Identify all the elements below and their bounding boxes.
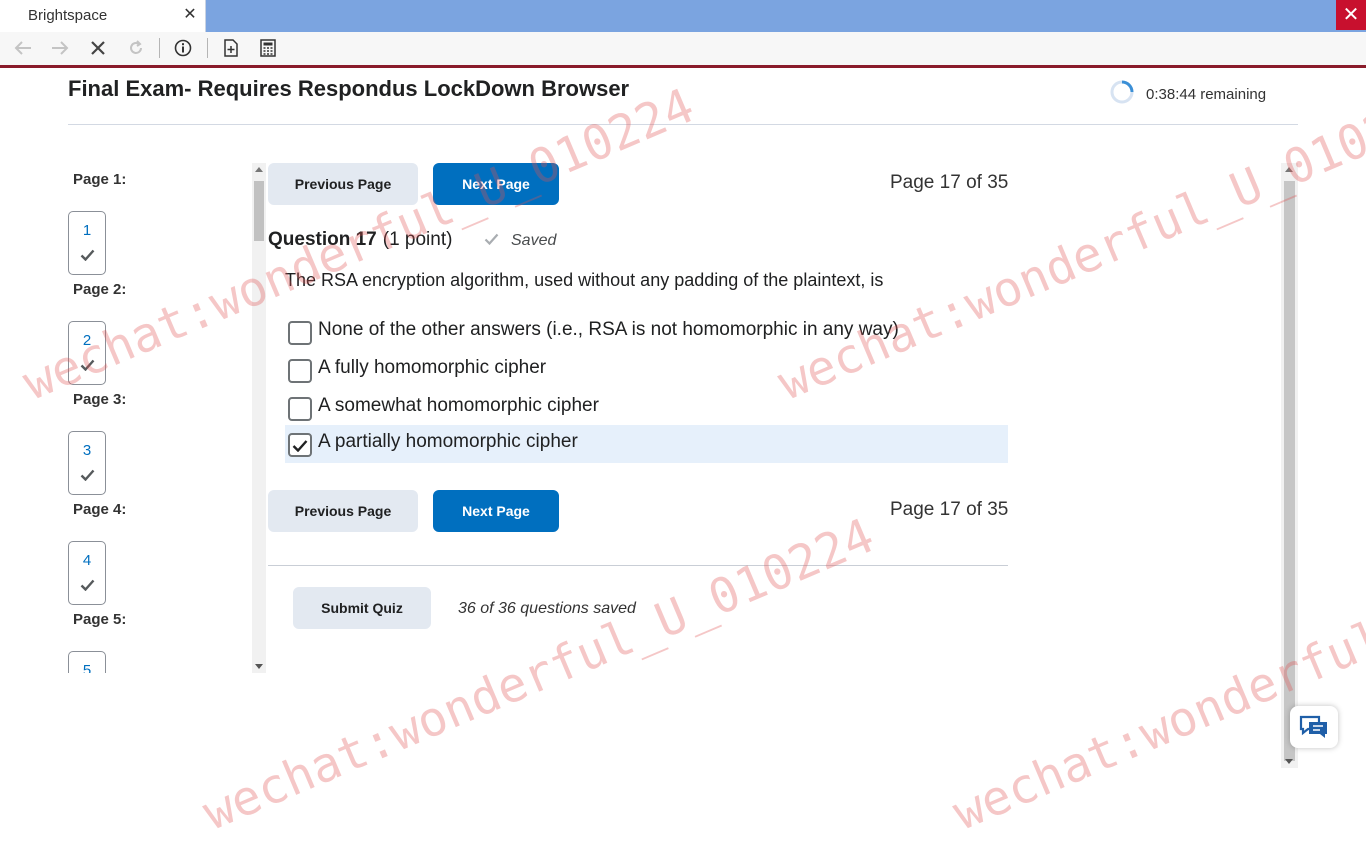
timer-text: 0:38:44 remaining xyxy=(1146,86,1267,103)
nav-question-number: 2 xyxy=(82,332,92,349)
question-header: Question 17 (1 point) xyxy=(268,229,452,251)
nav-page-label: Page 5: xyxy=(73,611,127,628)
tab-close-icon[interactable]: ✕ xyxy=(183,4,197,24)
browser-tab-bar: Brightspace ✕ ✕ xyxy=(0,0,1366,32)
browser-tab[interactable]: Brightspace ✕ xyxy=(0,0,206,32)
tab-title: Brightspace xyxy=(28,7,108,24)
scroll-up-arrow-icon[interactable] xyxy=(255,167,263,172)
forward-arrow-icon[interactable] xyxy=(47,35,73,61)
answer-checkbox[interactable] xyxy=(288,359,312,383)
nav-page-label: Page 1: xyxy=(73,171,127,188)
chat-support-button[interactable] xyxy=(1290,706,1338,748)
answer-option-selected[interactable]: A partially homomorphic cipher xyxy=(285,425,1008,463)
answer-checkbox[interactable] xyxy=(288,321,312,345)
nav-question-button[interactable]: 4 xyxy=(68,541,106,605)
quiz-timer: 0:38:44 remaining xyxy=(1110,80,1266,109)
nav-question-button[interactable]: 3 xyxy=(68,431,106,495)
answer-label[interactable]: A fully homomorphic cipher xyxy=(318,357,546,379)
nav-question-number: 5 xyxy=(82,662,92,673)
answered-check-icon xyxy=(80,578,95,596)
nav-scroll-thumb[interactable] xyxy=(254,181,264,241)
question-text: The RSA encryption algorithm, used witho… xyxy=(285,270,884,290)
scroll-down-arrow-icon[interactable] xyxy=(255,664,263,669)
reload-icon[interactable] xyxy=(123,35,149,61)
checkmark-icon xyxy=(292,439,308,452)
question-number: Question 17 xyxy=(268,229,377,250)
save-status: Saved xyxy=(484,232,556,250)
answer-checkbox-checked[interactable] xyxy=(288,433,312,457)
nav-question-number: 4 xyxy=(82,552,92,569)
nav-page-label: Page 3: xyxy=(73,391,127,408)
nav-question-button[interactable]: 2 xyxy=(68,321,106,385)
nav-question-number: 1 xyxy=(82,222,92,239)
toolbar-divider xyxy=(159,38,160,58)
page-indicator: Page 17 of 35 xyxy=(890,172,1009,193)
saved-check-icon xyxy=(484,232,499,250)
browser-toolbar xyxy=(0,32,1366,65)
answer-label[interactable]: A partially homomorphic cipher xyxy=(318,431,578,453)
next-page-button[interactable]: Next Page xyxy=(433,163,559,205)
page-scroll-thumb[interactable] xyxy=(1284,181,1295,761)
scroll-up-arrow-icon[interactable] xyxy=(1285,167,1293,172)
answered-check-icon xyxy=(80,468,95,486)
submit-divider xyxy=(268,565,1008,566)
nav-page-label: Page 4: xyxy=(73,501,127,518)
watermark-text: wechat:wonderful_U_010224 xyxy=(945,507,1366,842)
scroll-down-arrow-icon[interactable] xyxy=(1285,759,1293,764)
calculator-icon[interactable] xyxy=(255,35,281,61)
previous-page-button-bottom[interactable]: Previous Page xyxy=(268,490,418,532)
stop-loading-icon[interactable] xyxy=(85,35,111,61)
saved-status-text: Saved xyxy=(511,232,557,249)
answer-checkbox[interactable] xyxy=(288,397,312,421)
brand-accent-bar xyxy=(0,65,1366,68)
new-page-icon[interactable] xyxy=(218,35,244,61)
toolbar-divider xyxy=(207,38,208,58)
nav-scrollbar[interactable] xyxy=(252,163,266,673)
timer-progress-icon xyxy=(1110,80,1134,109)
page-scrollbar[interactable] xyxy=(1281,163,1298,768)
page-title: Final Exam- Requires Respondus LockDown … xyxy=(68,76,630,101)
nav-question-number: 3 xyxy=(82,442,92,459)
answer-option[interactable]: A fully homomorphic cipher xyxy=(285,351,1008,389)
answer-label[interactable]: A somewhat homomorphic cipher xyxy=(318,395,599,417)
answer-label[interactable]: None of the other answers (i.e., RSA is … xyxy=(318,319,899,341)
nav-question-button[interactable]: 5 xyxy=(68,651,106,673)
header-divider xyxy=(68,124,1298,125)
answered-check-icon xyxy=(80,358,95,376)
info-icon[interactable] xyxy=(170,35,196,61)
answer-option[interactable]: None of the other answers (i.e., RSA is … xyxy=(285,313,1008,351)
answered-check-icon xyxy=(80,248,95,266)
nav-question-button[interactable]: 1 xyxy=(68,211,106,275)
nav-page-label: Page 2: xyxy=(73,281,127,298)
page-indicator-bottom: Page 17 of 35 xyxy=(890,499,1009,520)
answer-option[interactable]: A somewhat homomorphic cipher xyxy=(285,389,1008,427)
watermark-text: wechat:wonderful_U_010224 xyxy=(195,507,882,842)
question-points: (1 point) xyxy=(382,229,453,250)
saved-count-text: 36 of 36 questions saved xyxy=(458,600,636,617)
back-arrow-icon[interactable] xyxy=(10,35,36,61)
previous-page-button[interactable]: Previous Page xyxy=(268,163,418,205)
window-close-button[interactable]: ✕ xyxy=(1336,0,1366,30)
chat-bubble-icon xyxy=(1299,715,1327,738)
submit-quiz-button[interactable]: Submit Quiz xyxy=(293,587,431,629)
question-navigation: Page 1: 1 Page 2: 2 Page 3: 3 Page 4: 4 … xyxy=(68,163,266,673)
next-page-button-bottom[interactable]: Next Page xyxy=(433,490,559,532)
